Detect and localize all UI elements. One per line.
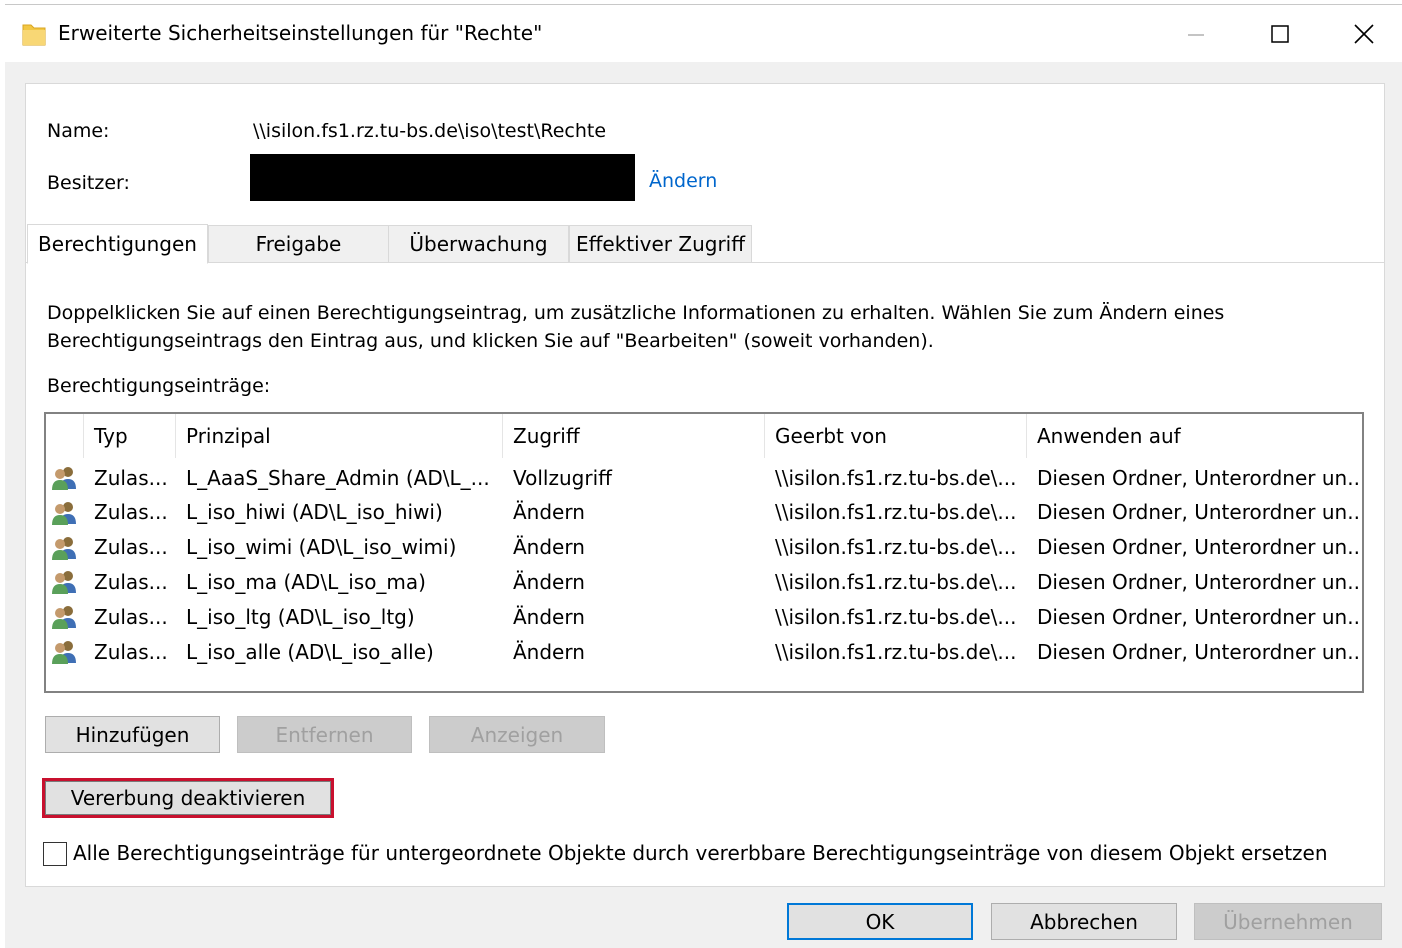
users-group-icon [51,535,79,561]
cell-geerbt: \\isilon.fs1.rz.tu-bs.de\... [775,500,1017,525]
cell-prinzipal: L_iso_wimi (AD\L_iso_wimi) [186,535,457,560]
disable-inheritance-label: Vererbung deaktivieren [45,781,331,815]
tab-freigabe[interactable]: Freigabe [208,225,389,263]
cell-typ: Zulas... [94,500,168,525]
table-row[interactable]: Zulas... L_iso_alle (AD\L_iso_alle) Ändern… [46,634,1362,669]
name-label: Name: [47,120,110,142]
cell-zugriff: Ändern [513,569,585,594]
cell-prinzipal: L_AaaS_Share_Admin (AD\L_... [186,465,490,490]
cell-typ: Zulas... [94,465,168,490]
cell-geerbt: \\isilon.fs1.rz.tu-bs.de\... [775,569,1017,594]
cell-anwenden: Diesen Ordner, Unterordner un... [1037,604,1362,629]
users-group-icon [51,639,79,665]
maximize-button[interactable] [1238,5,1322,62]
users-group-icon [51,569,79,595]
ok-button[interactable]: OK [787,903,973,940]
cell-zugriff: Ändern [513,639,585,664]
users-group-icon [51,465,79,491]
minimize-button[interactable] [1154,5,1238,62]
replace-child-permissions-checkbox[interactable] [43,842,67,866]
table-row[interactable]: Zulas... L_iso_ma (AD\L_iso_ma) Ändern \\is… [46,564,1362,599]
cell-zugriff: Ändern [513,604,585,629]
owner-label: Besitzer: [47,172,130,194]
table-row[interactable]: Zulas... L_AaaS_Share_Admin (AD\L_... Voll… [46,460,1362,495]
close-icon [1354,23,1374,44]
remove-button[interactable]: Entfernen [237,716,412,753]
disable-inheritance-button[interactable]: Vererbung deaktivieren [42,778,334,818]
cancel-button[interactable]: Abbrechen [991,903,1177,940]
cell-zugriff: Ändern [513,500,585,525]
cell-geerbt: \\isilon.fs1.rz.tu-bs.de\... [775,604,1017,629]
entries-label: Berechtigungseinträge: [47,375,271,397]
view-button[interactable]: Anzeigen [429,716,605,753]
column-header-icon [46,414,84,458]
users-group-icon [51,604,79,630]
column-header-anwenden-auf[interactable]: Anwenden auf [1027,414,1362,458]
cell-anwenden: Diesen Ordner, Unterordner un... [1037,535,1362,560]
column-header-geerbt-von[interactable]: Geerbt von [765,414,1027,458]
cell-typ: Zulas... [94,604,168,629]
title-bar: Erweiterte Sicherheitseinstellungen für … [5,5,1402,62]
table-row[interactable]: Zulas... L_iso_hiwi (AD\L_iso_hiwi) Ändern… [46,495,1362,530]
permission-entries-list[interactable]: Typ Prinzipal Zugriff Geerbt von Anwende… [44,412,1364,693]
replace-child-permissions-label[interactable]: Alle Berechtigungseinträge für untergeor… [73,841,1328,865]
minimize-icon [1188,33,1204,36]
cell-prinzipal: L_iso_ltg (AD\L_iso_ltg) [186,604,415,629]
table-row[interactable]: Zulas... L_iso_ltg (AD\L_iso_ltg) Ändern \\… [46,599,1362,634]
description-line-2: Berechtigungseintrags den Eintrag aus, u… [47,330,934,352]
description-line-1: Doppelklicken Sie auf einen Berechtigung… [47,302,1225,324]
name-value: \\isilon.fs1.rz.tu-bs.de\iso\test\Rechte [253,120,607,142]
description-text: Doppelklicken Sie auf einen Berechtigung… [47,299,1224,355]
tab-berechtigungen[interactable]: Berechtigungen [27,224,208,264]
cell-typ: Zulas... [94,639,168,664]
maximize-icon [1271,24,1289,43]
cell-anwenden: Diesen Ordner, Unterordner un... [1037,639,1362,664]
cell-anwenden: Diesen Ordner, Unterordner un... [1037,569,1362,594]
cell-anwenden: Diesen Ordner, Unterordner un... [1037,465,1362,490]
tab-ueberwachung[interactable]: Überwachung [388,225,569,263]
owner-redacted [250,154,635,201]
table-row[interactable]: Zulas... L_iso_wimi (AD\L_iso_wimi) Ändern… [46,530,1362,565]
cell-prinzipal: L_iso_alle (AD\L_iso_alle) [186,639,434,664]
cell-zugriff: Ändern [513,535,585,560]
window-title: Erweiterte Sicherheitseinstellungen für … [58,21,543,45]
users-group-icon [51,500,79,526]
cell-zugriff: Vollzugriff [513,465,612,490]
cell-geerbt: \\isilon.fs1.rz.tu-bs.de\... [775,535,1017,560]
cell-geerbt: \\isilon.fs1.rz.tu-bs.de\... [775,465,1017,490]
apply-button[interactable]: Übernehmen [1194,903,1382,940]
cell-typ: Zulas... [94,569,168,594]
security-dialog: Erweiterte Sicherheitseinstellungen für … [5,5,1402,948]
cell-geerbt: \\isilon.fs1.rz.tu-bs.de\... [775,639,1017,664]
cell-prinzipal: L_iso_ma (AD\L_iso_ma) [186,569,426,594]
add-button[interactable]: Hinzufügen [45,716,220,753]
column-header-typ[interactable]: Typ [84,414,176,458]
tab-effektiver-zugriff[interactable]: Effektiver Zugriff [569,225,752,263]
close-button[interactable] [1322,5,1402,62]
owner-change-link[interactable]: Ändern [649,170,717,192]
cell-typ: Zulas... [94,535,168,560]
cell-anwenden: Diesen Ordner, Unterordner un... [1037,500,1362,525]
column-header-prinzipal[interactable]: Prinzipal [176,414,503,458]
cell-prinzipal: L_iso_hiwi (AD\L_iso_hiwi) [186,500,443,525]
column-header-zugriff[interactable]: Zugriff [503,414,765,458]
folder-icon [22,21,46,47]
main-panel: Name: \\isilon.fs1.rz.tu-bs.de\iso\test\… [25,83,1385,887]
